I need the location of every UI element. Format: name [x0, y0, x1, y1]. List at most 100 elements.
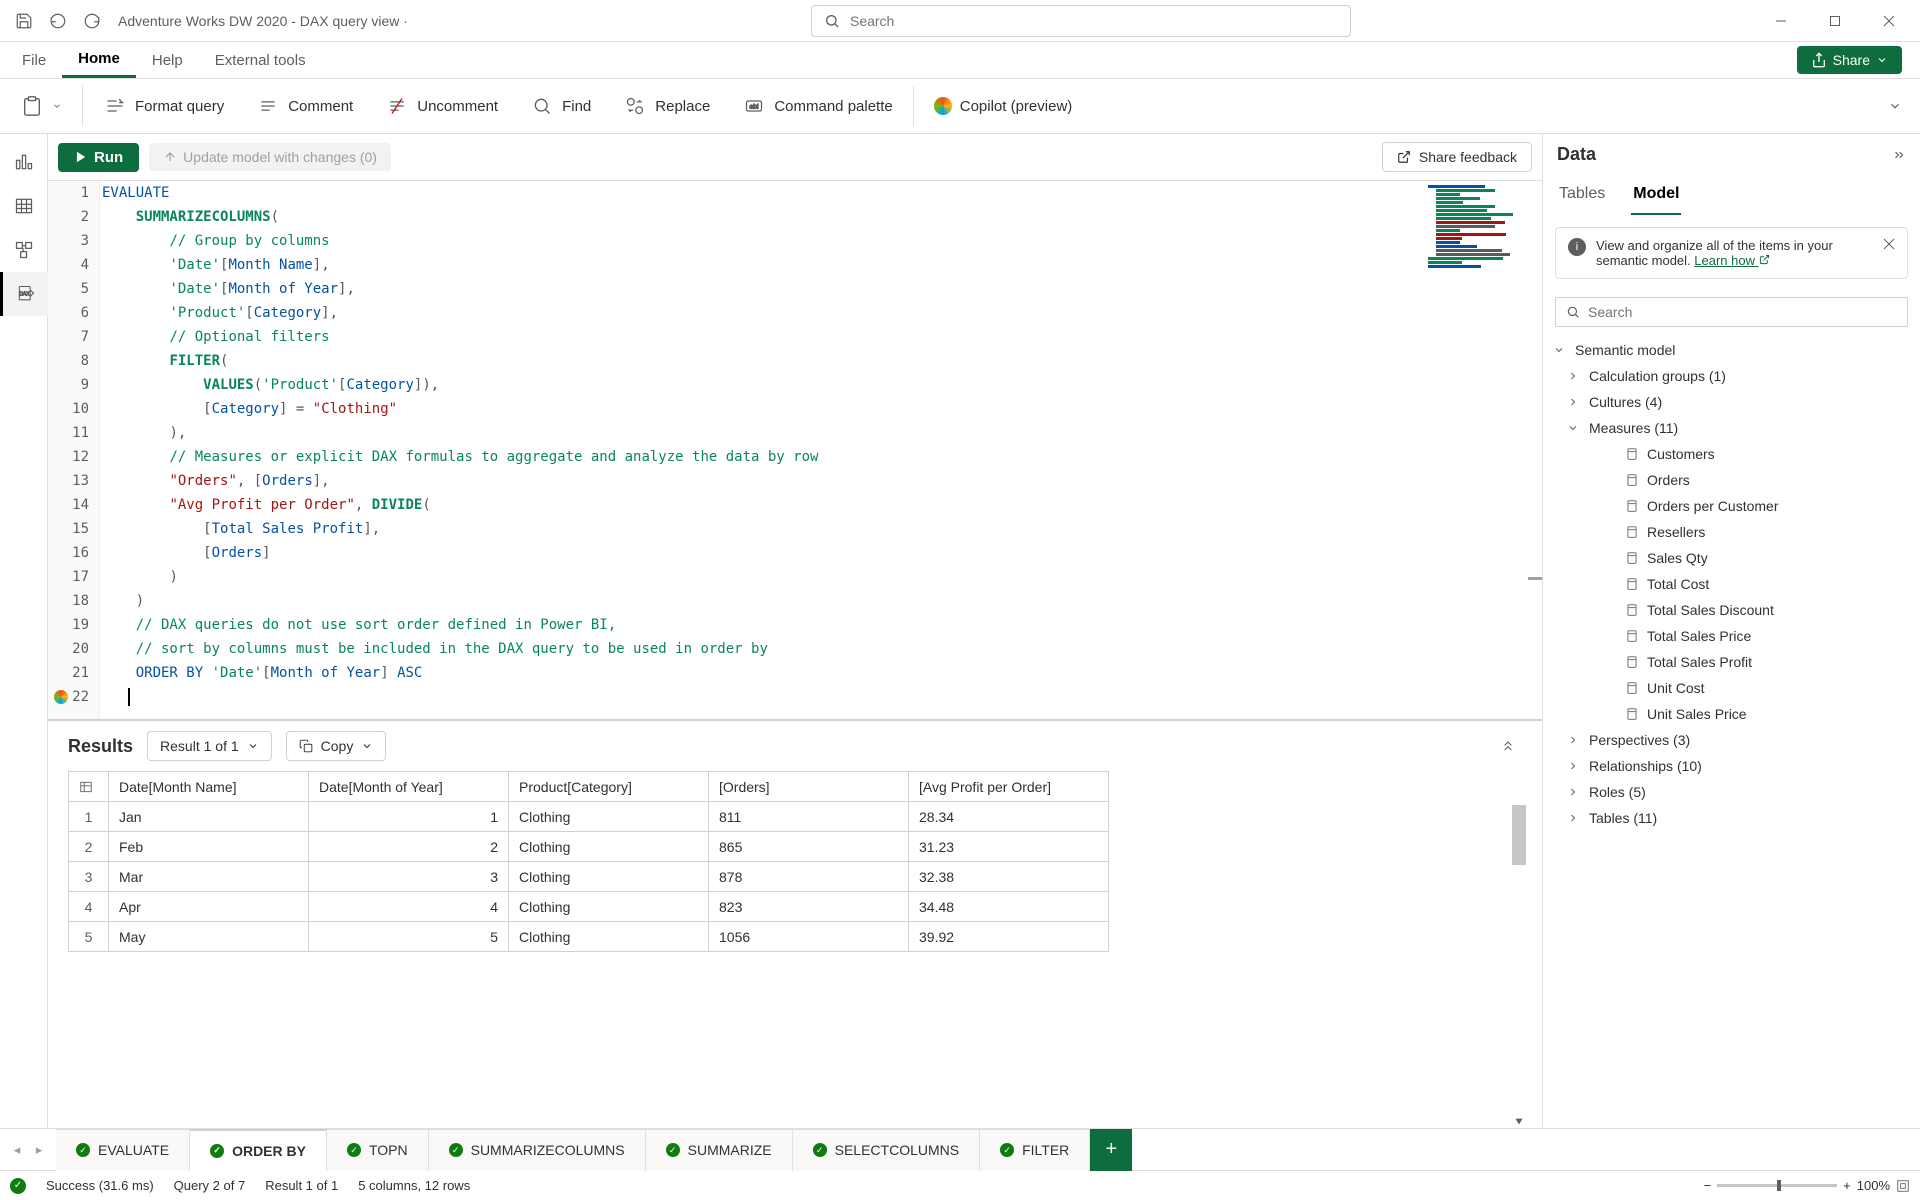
- qtab-prev[interactable]: ◂: [8, 1142, 26, 1158]
- tab-external-tools[interactable]: External tools: [199, 44, 322, 77]
- model-search-input[interactable]: [1588, 304, 1897, 320]
- query-tab[interactable]: ✓SUMMARIZECOLUMNS: [429, 1129, 646, 1171]
- comment-button[interactable]: Comment: [240, 79, 369, 133]
- zoom-out-button[interactable]: −: [1704, 1178, 1712, 1193]
- chevron-down-icon: [361, 740, 373, 752]
- copy-icon: [299, 739, 313, 753]
- share-icon: [1811, 52, 1827, 68]
- chevron-down-icon: [247, 740, 259, 752]
- model-view-button[interactable]: [0, 228, 48, 272]
- tree-relationships[interactable]: Relationships (10): [1547, 753, 1916, 779]
- query-tab[interactable]: ✓SUMMARIZE: [646, 1129, 793, 1171]
- paste-button[interactable]: [4, 79, 78, 133]
- learn-how-link[interactable]: Learn how: [1694, 253, 1769, 268]
- tree-roles[interactable]: Roles (5): [1547, 779, 1916, 805]
- report-view-button[interactable]: [0, 140, 48, 184]
- tree-measure-item[interactable]: Total Sales Price: [1547, 623, 1916, 649]
- minimap[interactable]: [1428, 185, 1528, 385]
- table-view-button[interactable]: [0, 184, 48, 228]
- column-header[interactable]: Date[Month Name]: [109, 772, 309, 802]
- table-row[interactable]: 2Feb2Clothing86531.23: [69, 832, 1109, 862]
- column-header[interactable]: [Avg Profit per Order]: [909, 772, 1109, 802]
- tree-cultures[interactable]: Cultures (4): [1547, 389, 1916, 415]
- tree-measure-item[interactable]: Sales Qty: [1547, 545, 1916, 571]
- column-header[interactable]: [Orders]: [709, 772, 909, 802]
- zoom-slider[interactable]: [1717, 1184, 1837, 1187]
- ribbon-collapse-button[interactable]: [1888, 99, 1916, 113]
- search-icon: [530, 94, 554, 118]
- find-button[interactable]: Find: [514, 79, 607, 133]
- tree-semantic-model[interactable]: Semantic model: [1547, 337, 1916, 363]
- result-selector[interactable]: Result 1 of 1: [147, 731, 272, 761]
- code-area[interactable]: EVALUATE SUMMARIZECOLUMNS( // Group by c…: [100, 181, 1542, 719]
- tree-measure-item[interactable]: Total Sales Discount: [1547, 597, 1916, 623]
- zoom-in-button[interactable]: +: [1843, 1178, 1851, 1193]
- replace-button[interactable]: Replace: [607, 79, 726, 133]
- comment-icon: [256, 94, 280, 118]
- tree-calc-groups[interactable]: Calculation groups (1): [1547, 363, 1916, 389]
- global-search-input[interactable]: [850, 13, 1338, 29]
- table-row[interactable]: 1Jan1Clothing81128.34: [69, 802, 1109, 832]
- table-row[interactable]: 4Apr4Clothing82334.48: [69, 892, 1109, 922]
- qtab-next[interactable]: ▸: [30, 1142, 48, 1158]
- select-all-cell[interactable]: [69, 772, 109, 802]
- tree-tables[interactable]: Tables (11): [1547, 805, 1916, 831]
- query-tab[interactable]: ✓EVALUATE: [56, 1129, 190, 1171]
- run-button[interactable]: Run: [58, 143, 139, 172]
- copilot-inline-icon[interactable]: [54, 690, 68, 704]
- copilot-button[interactable]: Copilot (preview): [918, 79, 1089, 133]
- check-icon: ✓: [666, 1143, 680, 1157]
- tree-measure-item[interactable]: Total Cost: [1547, 571, 1916, 597]
- palette-icon: abl: [742, 94, 766, 118]
- fit-icon[interactable]: [1896, 1179, 1910, 1193]
- table-row[interactable]: 5May5Clothing105639.92: [69, 922, 1109, 952]
- tab-help[interactable]: Help: [136, 44, 199, 77]
- upload-icon: [163, 150, 177, 164]
- tree-measure-item[interactable]: Resellers: [1547, 519, 1916, 545]
- close-button[interactable]: [1862, 0, 1916, 42]
- model-search-box[interactable]: [1555, 297, 1908, 327]
- results-scrollbar[interactable]: [1512, 805, 1526, 1128]
- query-tab[interactable]: ✓TOPN: [327, 1129, 429, 1171]
- collapse-results-button[interactable]: [1500, 738, 1522, 754]
- share-feedback-button[interactable]: Share feedback: [1382, 142, 1532, 172]
- redo-button[interactable]: [78, 7, 106, 35]
- maximize-button[interactable]: [1808, 0, 1862, 42]
- tree-measure-item[interactable]: Customers: [1547, 441, 1916, 467]
- share-button[interactable]: Share: [1797, 46, 1902, 74]
- tree-measure-item[interactable]: Unit Sales Price: [1547, 701, 1916, 727]
- uncomment-button[interactable]: Uncomment: [369, 79, 514, 133]
- tree-perspectives[interactable]: Perspectives (3): [1547, 727, 1916, 753]
- add-query-button[interactable]: +: [1090, 1129, 1132, 1171]
- minimize-button[interactable]: [1754, 0, 1808, 42]
- editor-scrollbar-y[interactable]: [1528, 181, 1542, 709]
- global-search-box[interactable]: [811, 5, 1351, 37]
- query-tab[interactable]: ✓ORDER BY: [190, 1129, 327, 1171]
- save-button[interactable]: [10, 7, 38, 35]
- tree-measure-item[interactable]: Orders per Customer: [1547, 493, 1916, 519]
- command-palette-button[interactable]: abl Command palette: [726, 79, 908, 133]
- query-tab[interactable]: ✓SELECTCOLUMNS: [793, 1129, 980, 1171]
- tab-model[interactable]: Model: [1631, 179, 1681, 215]
- tab-home[interactable]: Home: [62, 42, 136, 78]
- tab-file[interactable]: File: [6, 44, 62, 77]
- tree-measure-item[interactable]: Orders: [1547, 467, 1916, 493]
- tree-measures[interactable]: Measures (11): [1547, 415, 1916, 441]
- undo-button[interactable]: [44, 7, 72, 35]
- query-tab[interactable]: ✓FILTER: [980, 1129, 1090, 1171]
- svg-text:DAX: DAX: [19, 292, 30, 298]
- code-editor[interactable]: 12345678910111213141516171819202122 EVAL…: [48, 180, 1542, 720]
- copy-button[interactable]: Copy: [286, 731, 387, 761]
- table-row[interactable]: 3Mar3Clothing87832.38: [69, 862, 1109, 892]
- tab-tables[interactable]: Tables: [1557, 179, 1607, 215]
- close-info-button[interactable]: [1883, 238, 1895, 268]
- tree-measure-item[interactable]: Unit Cost: [1547, 675, 1916, 701]
- column-header[interactable]: Product[Category]: [509, 772, 709, 802]
- format-query-button[interactable]: Format query: [87, 79, 240, 133]
- collapse-pane-button[interactable]: [1892, 148, 1906, 162]
- tree-measure-item[interactable]: Total Sales Profit: [1547, 649, 1916, 675]
- results-grid[interactable]: Date[Month Name]Date[Month of Year]Produ…: [68, 771, 1109, 952]
- check-icon: ✓: [1000, 1143, 1014, 1157]
- column-header[interactable]: Date[Month of Year]: [309, 772, 509, 802]
- dax-view-button[interactable]: DAX: [0, 272, 48, 316]
